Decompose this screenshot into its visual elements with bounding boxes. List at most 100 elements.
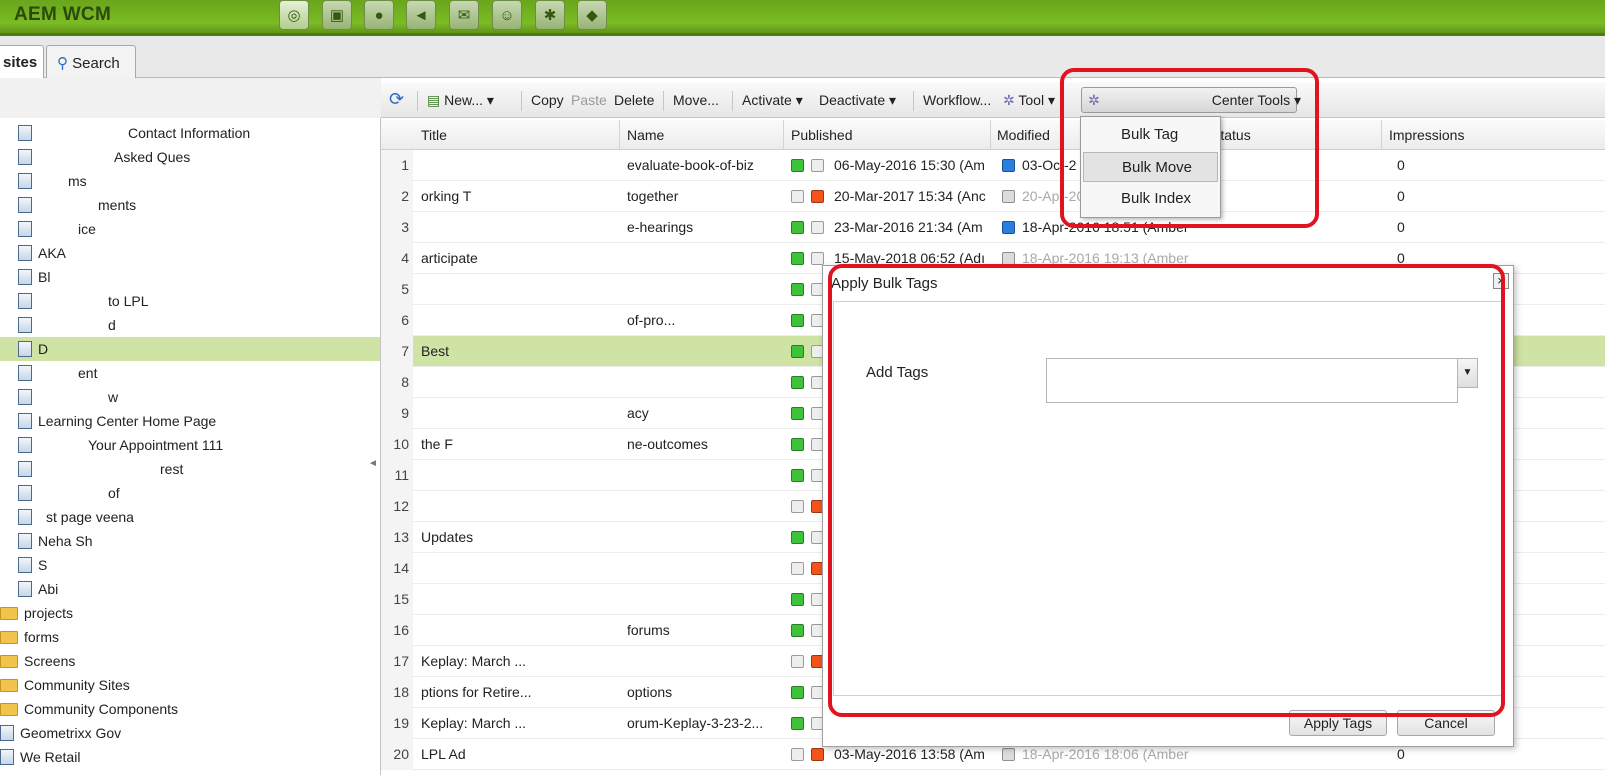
tree-item[interactable]: of — [0, 481, 380, 505]
center-tools-button[interactable]: ✲ Center Tools ▾ — [1081, 87, 1301, 113]
cell-published: 23-Mar-2016 21:34 (Am — [834, 219, 983, 235]
row-number: 13 — [381, 522, 413, 553]
copy-button[interactable]: Copy — [531, 92, 564, 108]
workflow-button[interactable]: Workflow... — [923, 92, 991, 108]
apply-tags-button[interactable]: Apply Tags — [1289, 710, 1387, 736]
tree-item[interactable]: Learning Center Home Page — [0, 409, 380, 433]
activate-button[interactable]: Activate ▾ — [742, 92, 803, 109]
site-tree[interactable]: Contact Information Asked Ques ms ments … — [0, 118, 381, 775]
published-status-icon — [791, 221, 804, 234]
page-icon — [18, 437, 32, 453]
page-icon — [18, 293, 32, 309]
row-number: 19 — [381, 708, 413, 739]
tree-item-selected[interactable]: D — [0, 337, 380, 361]
mail-icon[interactable]: ✉ — [449, 0, 479, 30]
tree-folder[interactable]: forms — [0, 625, 380, 649]
cell-name: orum-Keplay-3-23-2... — [627, 715, 764, 731]
column-name[interactable]: Name — [627, 127, 664, 143]
tree-item[interactable]: rest — [0, 457, 380, 481]
tree-item[interactable]: Asked Ques — [0, 145, 380, 169]
gear-icon[interactable]: ✱ — [535, 0, 565, 30]
published-status-icon — [791, 190, 804, 203]
tree-item[interactable]: We Retail — [0, 745, 380, 769]
tree-item[interactable]: ent — [0, 361, 380, 385]
deactivate-button[interactable]: Deactivate ▾ — [819, 92, 896, 109]
close-icon[interactable]: × — [1493, 273, 1509, 289]
table-row[interactable]: 3 e-hearings 23-Mar-2016 21:34 (Am 18-Apr-2… — [381, 212, 1605, 243]
cell-title: Keplay: March ... — [421, 653, 527, 669]
menu-item-bulk-move[interactable]: Bulk Move — [1083, 152, 1218, 182]
column-modified[interactable]: Modified — [997, 127, 1050, 143]
megaphone-icon[interactable]: ◄ — [406, 0, 436, 30]
tree-folder[interactable]: Screens — [0, 649, 380, 673]
tree-item[interactable]: Abi — [0, 577, 380, 601]
tree-item[interactable]: S — [0, 553, 380, 577]
tree-item[interactable]: to LPL — [0, 289, 380, 313]
column-published[interactable]: Published — [791, 127, 853, 143]
tree-item[interactable]: Bl — [0, 265, 380, 289]
tree-item[interactable]: Your Appointment 111 — [0, 433, 380, 457]
tree-item[interactable]: ice — [0, 217, 380, 241]
tab-search[interactable]: ⚲ Search — [46, 45, 136, 79]
cell-title: Best — [421, 343, 450, 359]
published-status-icon — [791, 686, 804, 699]
page-icon — [18, 245, 32, 261]
chat-icon[interactable]: ● — [364, 0, 394, 30]
cell-published: 20-Mar-2017 15:34 (Anc — [834, 188, 986, 204]
move-button[interactable]: Move... — [673, 92, 719, 108]
page-icon — [18, 341, 32, 357]
tag-icon[interactable]: ◆ — [577, 0, 607, 30]
tree-item[interactable]: AKA — [0, 241, 380, 265]
page-icon — [18, 533, 32, 549]
published-status-icon — [791, 748, 804, 761]
page-icon — [18, 125, 32, 141]
column-impressions[interactable]: Impressions — [1389, 127, 1464, 143]
splitter-arrow-icon[interactable]: ◄ — [368, 458, 378, 469]
tree-item[interactable]: Contact Information — [0, 121, 380, 145]
tab-search-label: Search — [72, 55, 120, 72]
column-title[interactable]: Title — [421, 127, 447, 143]
cancel-button[interactable]: Cancel — [1397, 710, 1495, 736]
new-button[interactable]: ▤ New... ▾ — [427, 92, 494, 109]
center-tools-menu: Bulk Tag Bulk Move Bulk Index — [1080, 116, 1221, 218]
modified-status-icon — [1002, 159, 1015, 172]
folder-icon — [0, 679, 18, 692]
toolbar-separator — [417, 91, 418, 111]
table-row[interactable]: 1 evaluate-book-of-biz 06-May-2016 15:30 (… — [381, 150, 1605, 181]
globe-icon[interactable]: ◎ — [279, 0, 309, 30]
published-status-icon — [791, 252, 804, 265]
page-icon — [18, 197, 32, 213]
tree-folder[interactable]: Community Components — [0, 697, 380, 721]
row-number: 1 — [381, 150, 413, 181]
tree-item[interactable]: ments — [0, 193, 380, 217]
row-number: 4 — [381, 243, 413, 274]
tree-folder[interactable]: projects — [0, 601, 380, 625]
paste-button[interactable]: Paste — [571, 92, 607, 108]
column-divider — [1381, 120, 1382, 150]
tree-folder[interactable]: Community Sites — [0, 673, 380, 697]
tree-item[interactable]: w — [0, 385, 380, 409]
chevron-down-icon[interactable]: ▼ — [1458, 358, 1478, 388]
tools-button[interactable]: ✲ Tool ▾ — [1003, 92, 1055, 109]
tree-item[interactable]: d — [0, 313, 380, 337]
tree-item[interactable]: Neha Sh — [0, 529, 380, 553]
camera-icon[interactable]: ▣ — [322, 0, 352, 30]
row-number: 20 — [381, 739, 413, 770]
tree-item[interactable]: Geometrixx Gov — [0, 721, 380, 745]
menu-item-bulk-index[interactable]: Bulk Index — [1083, 184, 1218, 214]
cell-name: acy — [627, 405, 649, 421]
published-status-icon — [791, 624, 804, 637]
users-icon[interactable]: ☺ — [492, 0, 522, 30]
menu-item-bulk-tag[interactable]: Bulk Tag — [1083, 120, 1218, 150]
published-status-icon — [791, 159, 804, 172]
tree-item[interactable]: ms — [0, 169, 380, 193]
refresh-icon[interactable]: ⟳ — [389, 89, 404, 110]
tab-sites[interactable]: sites — [0, 45, 44, 79]
tree-item[interactable]: st page veena — [0, 505, 380, 529]
toolbar-separator — [913, 91, 914, 111]
delete-button[interactable]: Delete — [614, 92, 654, 108]
toolbar-separator — [521, 91, 522, 111]
add-tags-input[interactable] — [1046, 358, 1458, 403]
dialog-body: Add Tags ▼ — [833, 301, 1505, 696]
table-row[interactable]: 2 orking Ttogether 20-Mar-2017 15:34 (Anc 2… — [381, 181, 1605, 212]
